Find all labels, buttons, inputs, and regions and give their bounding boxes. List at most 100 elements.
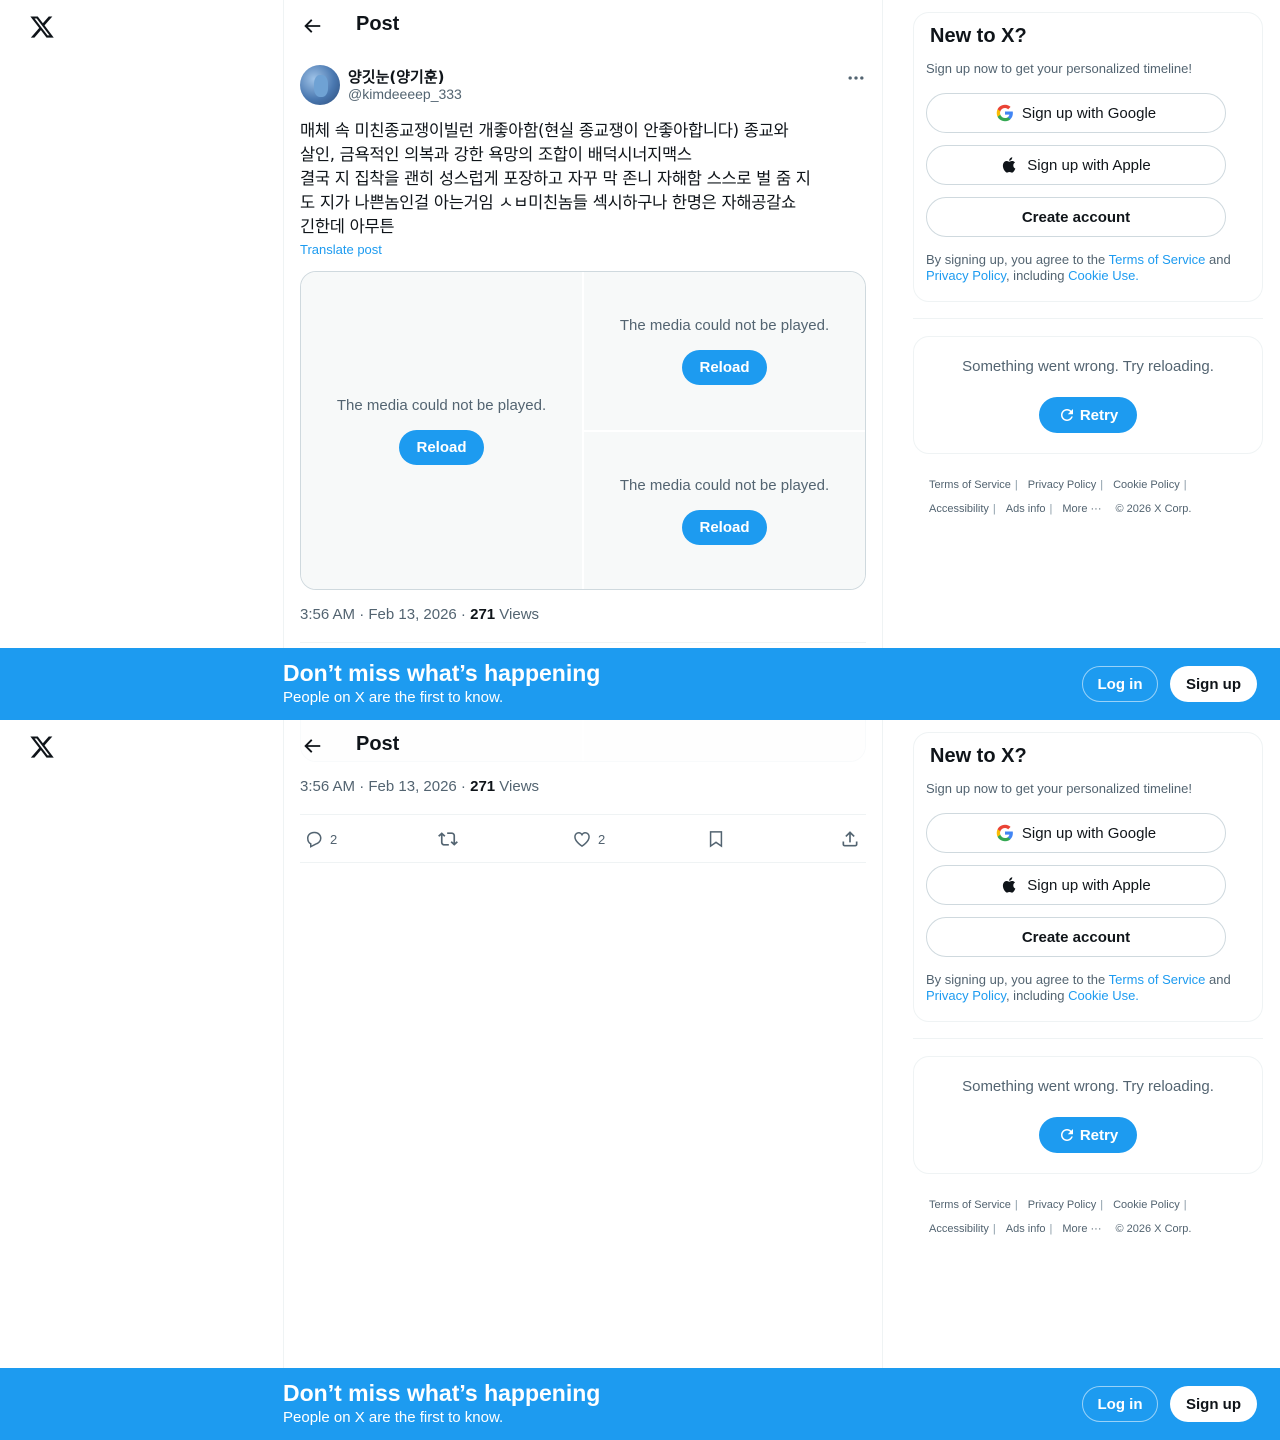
retry-button[interactable]: Retry xyxy=(1039,1117,1137,1153)
terms-text: By signing up, you agree to the xyxy=(926,972,1109,987)
divider xyxy=(913,1038,1263,1039)
page-title: Post xyxy=(356,733,400,755)
terms-text: and xyxy=(1205,252,1231,267)
terms-text: and xyxy=(1205,972,1231,987)
footer-links: Terms of Service | Privacy Policy | Cookie P… xyxy=(929,479,1192,515)
google-signup-button[interactable]: Sign up with Google xyxy=(926,93,1226,133)
footer-ads-link[interactable]: Ads info xyxy=(1006,1223,1046,1235)
reload-button[interactable]: Reload xyxy=(399,429,484,465)
login-button[interactable]: Log in xyxy=(1082,1386,1158,1422)
repost-button[interactable] xyxy=(438,829,458,849)
x-logo-icon[interactable] xyxy=(29,734,55,760)
translate-post-link[interactable]: Translate post xyxy=(300,242,382,257)
reload-button[interactable]: Reload xyxy=(682,509,767,545)
cookie-use-link[interactable]: Cookie Use. xyxy=(1068,988,1139,1003)
google-icon xyxy=(996,104,1013,122)
author-display-name[interactable]: 양깃눈(양기훈) xyxy=(348,66,445,87)
banner-subtitle: People on X are the first to know. xyxy=(283,689,504,706)
signup-subtitle: Sign up now to get your personalized tim… xyxy=(926,781,1192,796)
footer-terms-link[interactable]: Terms of Service xyxy=(929,1199,1011,1211)
footer-links: Terms of Service | Privacy Policy | Cookie P… xyxy=(929,1199,1192,1235)
retry-icon xyxy=(1060,1129,1073,1141)
privacy-policy-link[interactable]: Privacy Policy xyxy=(926,988,1006,1003)
error-card: Something went wrong. Try reloading. Ret… xyxy=(913,336,1263,454)
apple-signup-label: Sign up with Apple xyxy=(1027,876,1151,894)
apple-signup-label: Sign up with Apple xyxy=(1027,156,1151,174)
post-author: 양깃눈(양기훈) @kimdeeeep_333 xyxy=(300,64,866,106)
media-error-message: The media could not be played. xyxy=(336,396,547,414)
like-icon xyxy=(574,831,590,847)
media-error-message: The media could not be played. xyxy=(619,476,830,494)
banner-title: Don’t miss what’s happening xyxy=(283,1380,601,1406)
signup-card: New to X? Sign up now to get your person… xyxy=(913,12,1263,302)
like-button[interactable]: 2 xyxy=(572,829,605,849)
signup-terms: By signing up, you agree to the Terms of… xyxy=(926,972,1251,1004)
footer-cookie-link[interactable]: Cookie Policy xyxy=(1113,479,1180,491)
login-button[interactable]: Log in xyxy=(1082,666,1158,702)
footer-more-link[interactable]: More ··· xyxy=(1062,1223,1101,1235)
signup-card: New to X? Sign up now to get your person… xyxy=(913,732,1263,1022)
author-handle[interactable]: @kimdeeeep_333 xyxy=(348,86,462,102)
views-count: 271 xyxy=(470,778,496,795)
cookie-use-link[interactable]: Cookie Use. xyxy=(1068,268,1139,283)
terms-of-service-link[interactable]: Terms of Service xyxy=(1109,972,1206,987)
repost-icon xyxy=(438,832,458,846)
post-column: Post 양깃눈(양기훈) @kimdeeeep_333 매체 속 미친종교쟁이… xyxy=(283,0,883,720)
post-column: Post 매체 속 미친종교쟁이빌런 개좋아함(현실 종교쟁이 안좋아합니다) … xyxy=(283,720,883,1440)
post-header: Post xyxy=(284,720,882,773)
apple-signup-button[interactable]: Sign up with Apple xyxy=(926,145,1226,185)
footer-more-link[interactable]: More ··· xyxy=(1062,503,1101,515)
signup-terms: By signing up, you agree to the Terms of… xyxy=(926,252,1251,284)
reply-button[interactable]: 2 xyxy=(304,829,337,849)
footer-copyright: © 2026 X Corp. xyxy=(1115,503,1192,515)
login-banner: Don’t miss what’s happening People on X … xyxy=(0,1368,1280,1440)
avatar[interactable] xyxy=(300,65,340,105)
footer-accessibility-link[interactable]: Accessibility xyxy=(929,503,989,515)
signup-button[interactable]: Sign up xyxy=(1170,666,1257,702)
signup-title: New to X? xyxy=(930,25,1027,47)
views-label: Views xyxy=(495,606,540,623)
apple-icon xyxy=(1003,157,1016,173)
retry-button[interactable]: Retry xyxy=(1039,397,1137,433)
views-label: Views xyxy=(495,778,540,795)
post-timestamp[interactable]: 3:56 AM · Feb 13, 2026 · xyxy=(300,606,470,623)
error-message: Something went wrong. Try reloading. xyxy=(962,358,1214,375)
divider xyxy=(913,318,1263,319)
back-arrow-icon[interactable] xyxy=(301,15,323,37)
post-text: 매체 속 미친종교쟁이빌런 개좋아함(현실 종교쟁이 안좋아합니다) 종교와 살… xyxy=(300,121,811,236)
login-banner: Don’t miss what’s happening People on X … xyxy=(0,648,1280,720)
privacy-policy-link[interactable]: Privacy Policy xyxy=(926,268,1006,283)
retry-label: Retry xyxy=(1079,406,1119,424)
footer-privacy-link[interactable]: Privacy Policy xyxy=(1028,1199,1096,1211)
back-arrow-icon[interactable] xyxy=(301,735,323,757)
post-meta: 3:56 AM · Feb 13, 2026 · 271 Views xyxy=(300,778,539,795)
page-title: Post xyxy=(356,13,400,35)
footer-cookie-link[interactable]: Cookie Policy xyxy=(1113,1199,1180,1211)
error-message: Something went wrong. Try reloading. xyxy=(962,1078,1214,1095)
reply-icon xyxy=(306,831,322,848)
x-logo-icon[interactable] xyxy=(29,14,55,40)
terms-text: By signing up, you agree to the xyxy=(926,252,1109,267)
share-button[interactable] xyxy=(840,829,860,849)
page-frame-scrolled: Post 매체 속 미친종교쟁이빌런 개좋아함(현실 종교쟁이 안좋아합니다) … xyxy=(0,720,1280,1440)
bookmark-button[interactable] xyxy=(706,829,726,849)
terms-of-service-link[interactable]: Terms of Service xyxy=(1109,252,1206,267)
reload-button[interactable]: Reload xyxy=(682,350,767,385)
footer-ads-link[interactable]: Ads info xyxy=(1006,503,1046,515)
signup-button[interactable]: Sign up xyxy=(1170,1386,1257,1422)
apple-signup-button[interactable]: Sign up with Apple xyxy=(926,865,1226,905)
footer-accessibility-link[interactable]: Accessibility xyxy=(929,1223,989,1235)
signup-title: New to X? xyxy=(930,745,1027,767)
signup-subtitle: Sign up now to get your personalized tim… xyxy=(926,61,1192,76)
footer-privacy-link[interactable]: Privacy Policy xyxy=(1028,479,1096,491)
media-grid: The media could not be played. Reload Th… xyxy=(300,271,866,590)
footer-terms-link[interactable]: Terms of Service xyxy=(929,479,1011,491)
google-signup-button[interactable]: Sign up with Google xyxy=(926,813,1226,853)
reply-count: 2 xyxy=(330,831,338,847)
create-account-button[interactable]: Create account xyxy=(926,917,1226,957)
retry-label: Retry xyxy=(1079,1126,1119,1144)
footer-copyright: © 2026 X Corp. xyxy=(1115,1223,1192,1235)
post-timestamp[interactable]: 3:56 AM · Feb 13, 2026 · xyxy=(300,778,470,795)
create-account-button[interactable]: Create account xyxy=(926,197,1226,237)
more-icon[interactable] xyxy=(846,68,866,88)
